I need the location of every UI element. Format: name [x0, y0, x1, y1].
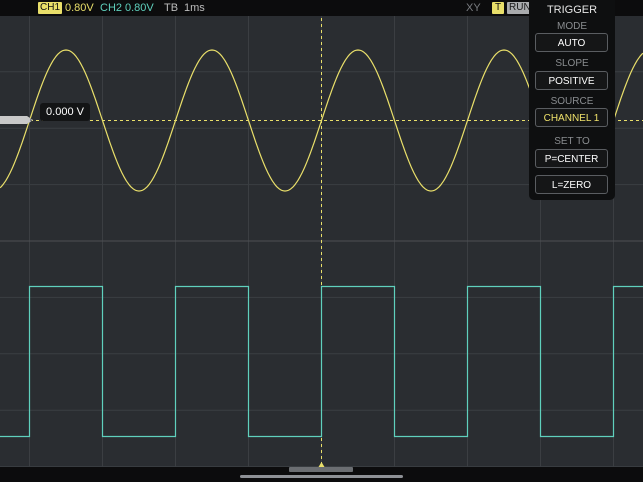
level-zero-button[interactable]: L=ZERO [535, 175, 608, 194]
ch2-label[interactable]: CH2 [100, 1, 122, 15]
position-center-button[interactable]: P=CENTER [535, 149, 608, 168]
timebase-label[interactable]: TB [164, 1, 178, 15]
slope-label: SLOPE [555, 58, 589, 69]
ch1-scale[interactable]: 0.80V [65, 1, 94, 15]
mode-button[interactable]: AUTO [535, 33, 608, 52]
trigger-panel: TRIGGER MODE AUTO SLOPE POSITIVE SOURCE … [529, 0, 615, 200]
ch1-badge[interactable]: CH1 [38, 2, 63, 14]
horizontal-scroll-handle[interactable] [289, 467, 353, 472]
home-indicator[interactable] [240, 475, 403, 478]
set-to-label: SET TO [554, 136, 590, 147]
trigger-level-marker[interactable]: L [0, 116, 33, 124]
trigger-badge[interactable]: T [492, 2, 504, 14]
trigger-panel-title: TRIGGER [546, 4, 598, 16]
source-button[interactable]: CHANNEL 1 [535, 108, 608, 127]
source-label: SOURCE [550, 96, 594, 107]
scope-display[interactable]: CH1 0.80V CH2 0.80V TB 1ms XY T RUN L 0.… [0, 0, 643, 482]
ch2-scale[interactable]: 0.80V [125, 1, 154, 15]
slope-button[interactable]: POSITIVE [535, 71, 608, 90]
trigger-level-readout: 0.000 V [40, 103, 90, 121]
mode-label: MODE [557, 21, 587, 32]
timebase-value[interactable]: 1ms [184, 1, 205, 15]
xy-mode-button[interactable]: XY [466, 1, 481, 15]
